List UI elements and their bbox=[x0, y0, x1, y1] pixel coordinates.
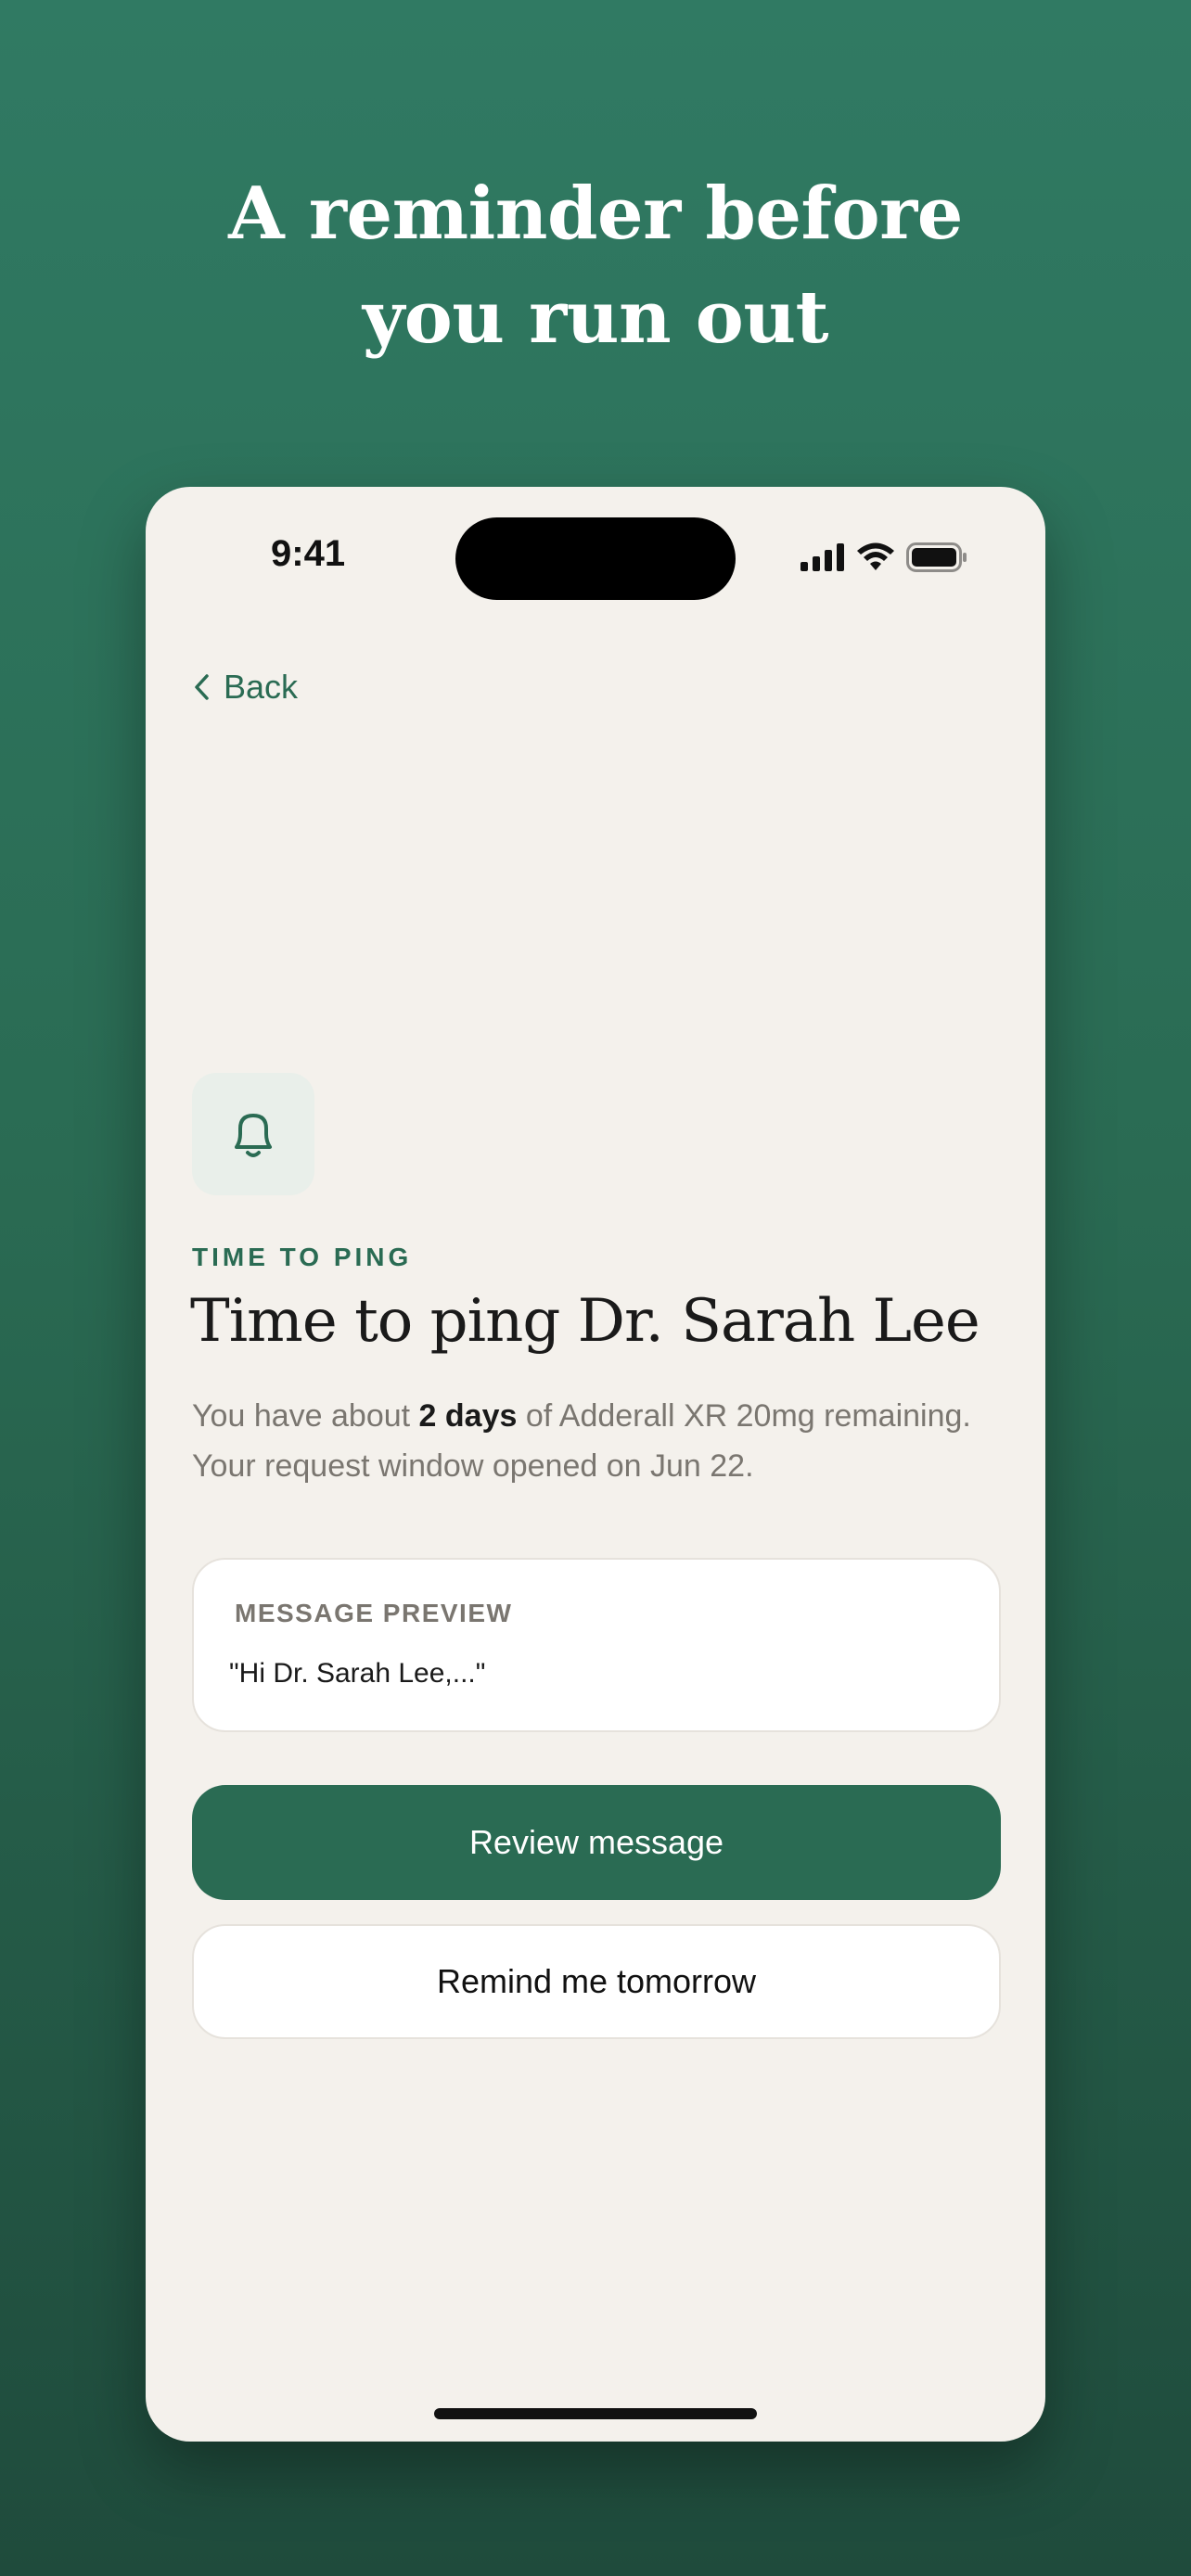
message-preview-text: "Hi Dr. Sarah Lee,..." bbox=[229, 1658, 486, 1689]
status-icons bbox=[800, 542, 967, 572]
back-button[interactable]: Back bbox=[192, 668, 298, 707]
reminder-body: You have about 2 days of Adderall XR 20m… bbox=[192, 1391, 1027, 1491]
phone-screen: 9:41 Back TIME TO PING Time to ping Dr. … bbox=[146, 487, 1045, 2442]
message-preview-label: MESSAGE PREVIEW bbox=[235, 1599, 513, 1627]
marketing-headline: A reminder before you run out bbox=[0, 162, 1191, 370]
dynamic-island bbox=[455, 517, 736, 600]
reminder-title: Time to ping Dr. Sarah Lee bbox=[190, 1287, 980, 1356]
wifi-icon bbox=[857, 542, 894, 570]
body-prefix: You have about bbox=[192, 1398, 419, 1434]
eyebrow-label: TIME TO PING bbox=[192, 1243, 413, 1271]
chevron-left-icon bbox=[195, 674, 209, 700]
reminder-icon-tile bbox=[192, 1073, 314, 1195]
headline-line-2: you run out bbox=[362, 275, 829, 360]
back-label: Back bbox=[224, 668, 299, 706]
review-message-button[interactable]: Review message bbox=[192, 1785, 1001, 1900]
message-preview-card: MESSAGE PREVIEW "Hi Dr. Sarah Lee,..." bbox=[192, 1558, 1001, 1732]
bell-icon bbox=[235, 1114, 272, 1157]
days-remaining: 2 days bbox=[418, 1398, 518, 1434]
remind-tomorrow-button[interactable]: Remind me tomorrow bbox=[192, 1924, 1001, 2039]
headline-line-1: A reminder before bbox=[228, 172, 963, 256]
home-indicator[interactable] bbox=[434, 2408, 757, 2419]
cellular-signal-icon bbox=[800, 543, 844, 571]
status-time: 9:41 bbox=[271, 533, 346, 574]
battery-icon bbox=[906, 542, 967, 572]
